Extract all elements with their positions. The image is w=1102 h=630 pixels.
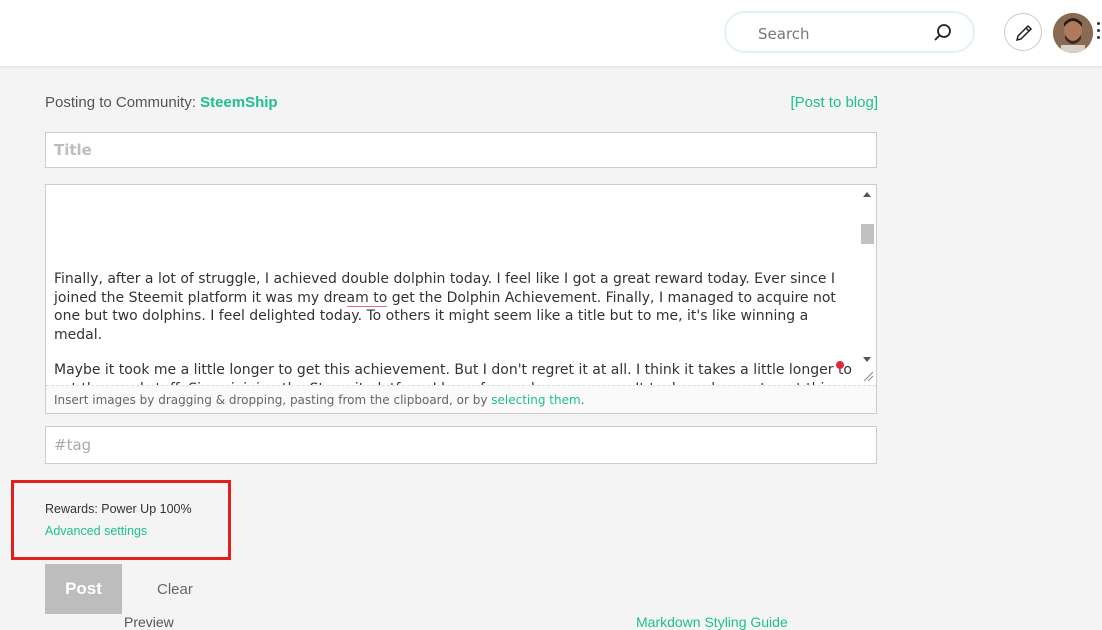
top-navbar	[0, 0, 1102, 67]
community-link[interactable]: SteemShip	[200, 94, 278, 111]
scroll-thumb[interactable]	[861, 224, 874, 244]
advanced-settings-link[interactable]: Advanced settings	[45, 524, 147, 538]
avatar[interactable]	[1053, 13, 1093, 53]
posting-label: Posting to Community:	[45, 94, 201, 111]
search-icon[interactable]	[933, 23, 953, 43]
editor-scrollbar[interactable]	[859, 185, 876, 385]
search-input[interactable]	[756, 22, 930, 46]
body-textarea[interactable]: Finally, after a lot of struggle, I achi…	[46, 185, 859, 385]
tag-input[interactable]	[45, 426, 877, 464]
scroll-down-arrow-icon[interactable]	[863, 357, 871, 362]
new-post-button[interactable]	[1004, 13, 1042, 51]
body-paragraph-2: Maybe it took me a little longer to get …	[54, 362, 852, 385]
misspelled-word: am to	[346, 289, 388, 307]
body-paragraph-1: Finally, after a lot of struggle, I achi…	[54, 271, 836, 343]
notification-dot	[836, 361, 844, 369]
body-editor[interactable]: Finally, after a lot of struggle, I achi…	[45, 184, 877, 414]
highlight-annotation-box	[11, 480, 231, 560]
post-to-blog-link[interactable]: [Post to blog]	[790, 94, 878, 111]
search-box[interactable]	[724, 11, 975, 53]
kebab-menu-icon[interactable]	[1097, 22, 1102, 44]
markdown-guide-link[interactable]: Markdown Styling Guide	[636, 614, 788, 630]
scroll-up-arrow-icon[interactable]	[863, 192, 871, 197]
clear-button[interactable]: Clear	[157, 581, 193, 598]
select-images-link[interactable]: selecting them	[491, 393, 580, 407]
title-input[interactable]	[45, 132, 877, 168]
resize-handle-icon[interactable]	[862, 370, 874, 382]
image-drop-note: Insert images by dragging & dropping, pa…	[46, 385, 876, 413]
post-button[interactable]: Post	[45, 564, 122, 614]
rewards-label: Rewards: Power Up 100%	[45, 502, 192, 516]
posting-to-community: Posting to Community: SteemShip	[45, 94, 278, 111]
preview-label: Preview	[124, 614, 174, 630]
pencil-icon	[1015, 24, 1033, 42]
